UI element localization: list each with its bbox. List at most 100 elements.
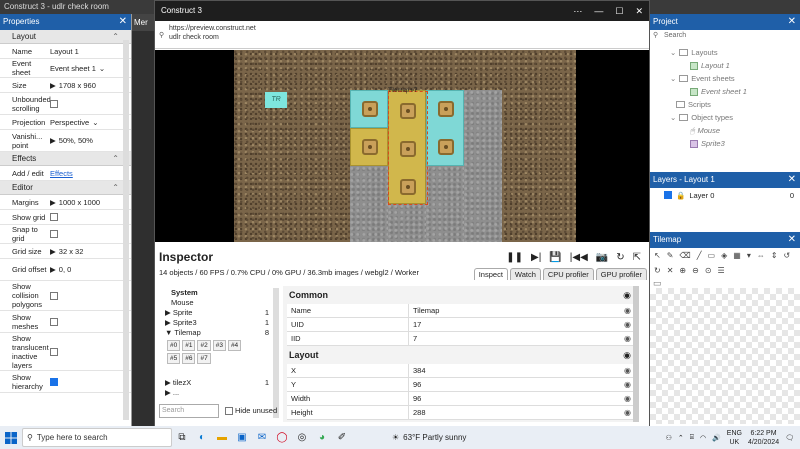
layer-visible-checkbox[interactable]: [664, 191, 672, 199]
file-explorer-icon[interactable]: ▬: [212, 426, 232, 449]
fill-icon[interactable]: ◈: [721, 251, 727, 260]
tree-item-mouse[interactable]: Mouse: [159, 298, 273, 308]
save-icon[interactable]: 💾: [549, 252, 561, 263]
section-editor[interactable]: Editor ⌃: [0, 181, 131, 195]
prop-show-hierarchy[interactable]: Show hierarchy: [0, 371, 131, 393]
popout-icon[interactable]: ⇱: [633, 252, 641, 263]
prop-margins[interactable]: Margins ▶ 1000 x 1000: [0, 195, 131, 210]
rectangle-icon[interactable]: ▭: [708, 251, 716, 260]
eye-icon[interactable]: ◉: [624, 378, 631, 391]
event-sheet-select[interactable]: Event sheet 1 ⌄: [48, 64, 131, 73]
prop-value[interactable]: 1000 x 1000: [59, 198, 100, 207]
network-icon[interactable]: ⌸: [690, 434, 694, 442]
tilemap-preview[interactable]: [650, 288, 800, 424]
instance-chip[interactable]: #0: [167, 340, 181, 351]
chevron-down-icon[interactable]: ⌄: [670, 46, 676, 59]
tree-item-sprite[interactable]: ▶ Sprite 1: [159, 308, 273, 318]
hide-unused-checkbox[interactable]: [225, 406, 233, 415]
editor-tab[interactable]: Mer: [132, 14, 154, 31]
instance-chip[interactable]: #3: [212, 340, 226, 351]
lock-icon[interactable]: 🔒: [676, 191, 685, 200]
menu-icon[interactable]: ☰: [718, 266, 725, 275]
prop-size[interactable]: Size ▶ 1708 x 960: [0, 78, 131, 93]
prop-value[interactable]: 288: [413, 408, 426, 417]
tree-item-tilemap[interactable]: ▼ Tilemap 8: [159, 328, 273, 338]
refresh-icon[interactable]: ↻: [616, 252, 624, 263]
show-hierarchy-checkbox[interactable]: [50, 377, 58, 386]
rotate-cw-icon[interactable]: ↻: [654, 266, 661, 275]
expand-arrow-icon[interactable]: ▶: [50, 81, 56, 90]
project-item-layout[interactable]: Layout 1: [650, 59, 800, 72]
layer-row[interactable]: 🔒 Layer 0 0: [650, 188, 800, 202]
tree-search-input[interactable]: Search: [159, 404, 219, 418]
projection-select[interactable]: Perspective ⌄: [48, 118, 131, 127]
language-indicator[interactable]: ENG UK: [727, 429, 742, 447]
project-search-input[interactable]: ⚲ Search: [650, 30, 800, 42]
section-effects[interactable]: Effects ⌃: [0, 152, 131, 166]
taskbar-search-input[interactable]: ⚲ Type here to search: [22, 428, 172, 447]
project-item-event-sheet[interactable]: Event sheet 1: [650, 85, 800, 98]
step-icon[interactable]: ▶|: [531, 252, 541, 263]
show-grid-checkbox[interactable]: [50, 213, 58, 221]
chevron-down-icon[interactable]: ⌄: [670, 111, 676, 124]
hide-unused-toggle[interactable]: Hide unused: [225, 406, 277, 415]
sprite-tr[interactable]: TR: [265, 92, 287, 108]
eye-icon[interactable]: ◉: [624, 392, 631, 405]
section-layout[interactable]: Layout ⌃: [0, 30, 131, 44]
instance-chip[interactable]: #5: [167, 353, 181, 364]
zoom-out-icon[interactable]: ⊖: [692, 266, 699, 275]
tree-scrollbar[interactable]: [273, 288, 279, 418]
app-icon[interactable]: ◎: [292, 426, 312, 449]
minimize-icon[interactable]: —: [594, 1, 603, 21]
url-text[interactable]: https://preview.construct.net: [169, 25, 635, 32]
pause-icon[interactable]: ❚❚: [506, 252, 523, 263]
expand-arrow-icon[interactable]: ▶: [50, 265, 56, 274]
instance-chip[interactable]: #2: [197, 340, 211, 351]
prop-value[interactable]: 1708 x 960: [59, 81, 96, 90]
instance-chip[interactable]: #4: [227, 340, 242, 351]
expand-arrow-icon[interactable]: ▶: [165, 308, 173, 317]
windows-start-icon[interactable]: [0, 426, 22, 449]
project-item-sprite3[interactable]: Sprite3: [650, 137, 800, 150]
expand-arrow-icon[interactable]: ▶: [165, 388, 173, 397]
clock[interactable]: 6:22 PM 4/20/2024: [748, 429, 779, 447]
prop-grid-offset[interactable]: Grid offset ▶ 0, 0: [0, 259, 131, 281]
chevron-up-icon[interactable]: ⌃: [112, 30, 119, 44]
prop-value[interactable]: 384: [413, 366, 426, 375]
notifications-icon[interactable]: 🗨: [785, 434, 794, 442]
reset-icon[interactable]: ✕: [667, 266, 674, 275]
expand-arrow-icon[interactable]: ▶: [165, 318, 173, 327]
line-icon[interactable]: ╱: [697, 251, 702, 260]
close-icon[interactable]: ✕: [788, 14, 796, 30]
zoom-in-icon[interactable]: ⊕: [679, 266, 686, 275]
tab-gpu-profiler[interactable]: GPU profiler: [595, 268, 647, 280]
prop-value[interactable]: Layout 1: [48, 47, 131, 56]
project-item-mouse[interactable]: 🖱 Mouse: [650, 124, 800, 137]
flip-horizontal-icon[interactable]: ⇔: [757, 251, 765, 260]
close-icon[interactable]: ✕: [119, 14, 127, 30]
game-canvas[interactable]: TR Tilemap #7: [155, 50, 649, 242]
tilemap-selection-box[interactable]: [388, 91, 428, 205]
project-folder-scripts[interactable]: Scripts: [650, 98, 800, 111]
prop-value[interactable]: 96: [413, 380, 421, 389]
weather-widget[interactable]: ☀ 63°F Partly sunny: [392, 433, 466, 442]
prop-value[interactable]: 96: [413, 394, 421, 403]
grid-select-icon[interactable]: ▦: [733, 251, 741, 260]
show-meshes-checkbox[interactable]: [50, 317, 58, 326]
snap-to-grid-checkbox[interactable]: [50, 230, 58, 238]
volume-icon[interactable]: 🔊: [712, 434, 721, 442]
people-icon[interactable]: ⚇: [666, 434, 672, 442]
tree-item-system[interactable]: System: [159, 288, 273, 298]
show-translucent-checkbox[interactable]: [50, 347, 58, 356]
expand-arrow-icon[interactable]: ▶: [50, 198, 56, 207]
prop-value[interactable]: 50%, 50%: [59, 136, 93, 145]
prop-unbounded-scrolling[interactable]: Unbounded scrolling: [0, 93, 131, 115]
flip-vertical-icon[interactable]: ⇕: [771, 251, 778, 260]
tab-inspect[interactable]: Inspect: [473, 268, 508, 280]
instance-chip[interactable]: #6: [182, 353, 196, 364]
collapse-arrow-icon[interactable]: ▼: [165, 328, 174, 337]
chevron-up-icon[interactable]: ⌃: [112, 152, 119, 166]
prop-value[interactable]: 32 x 32: [59, 247, 84, 256]
prop-grid-size[interactable]: Grid size ▶ 32 x 32: [0, 244, 131, 259]
eye-icon[interactable]: ◉: [624, 318, 631, 331]
